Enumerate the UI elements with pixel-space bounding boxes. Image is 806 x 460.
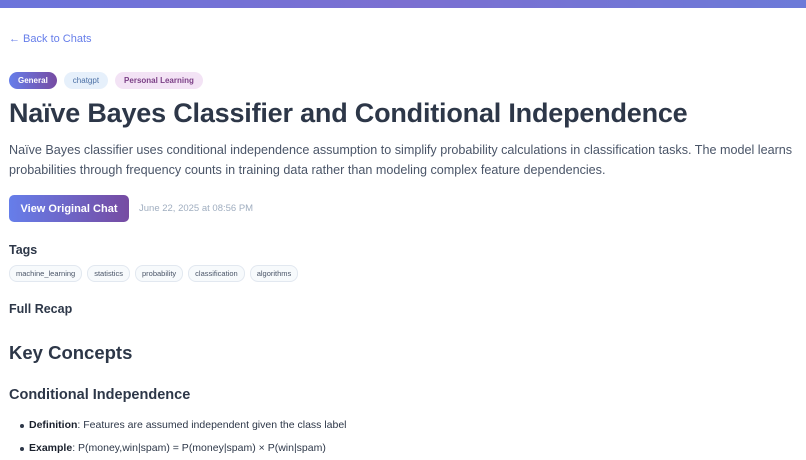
chat-date: June 22, 2025 at 08:56 PM [139, 203, 254, 214]
conditional-independence-heading: Conditional Independence [9, 387, 191, 403]
bullet-term: Definition [29, 419, 78, 431]
key-concepts-heading: Key Concepts [9, 342, 133, 363]
back-to-chats-link[interactable]: ← Back to Chats [9, 33, 92, 45]
page-title: Naïve Bayes Classifier and Conditional I… [9, 98, 688, 128]
category-chips: General chatgpt Personal Learning [9, 72, 203, 89]
top-accent-bar [0, 0, 806, 8]
tag-algorithms[interactable]: algorithms [249, 265, 299, 282]
tag-classification[interactable]: classification [188, 265, 245, 282]
bullet-term: Example [29, 442, 73, 454]
list-item: Definition: Features are assumed indepen… [9, 414, 347, 437]
bullet-text: : Features are assumed independent given… [77, 419, 347, 431]
chip-chatgpt[interactable]: chatgpt [63, 72, 109, 89]
concept-bullet-list: Definition: Features are assumed indepen… [9, 414, 347, 460]
tags-heading: Tags [9, 243, 38, 257]
tag-probability[interactable]: probability [134, 265, 184, 282]
full-recap-heading: Full Recap [9, 302, 73, 316]
tag-list: machine_learning statistics probability … [9, 265, 299, 282]
bullet-text: : P(money,win|spam) = P(money|spam) × P(… [72, 442, 326, 454]
bullet-icon [20, 447, 24, 451]
view-original-chat-button[interactable]: View Original Chat [9, 195, 129, 222]
chip-personal-learning[interactable]: Personal Learning [115, 72, 203, 89]
chat-summary: Naïve Bayes classifier uses conditional … [9, 143, 793, 177]
tag-machine-learning[interactable]: machine_learning [9, 265, 83, 282]
chip-general[interactable]: General [9, 72, 57, 89]
tag-statistics[interactable]: statistics [87, 265, 130, 282]
bullet-icon [20, 424, 24, 428]
